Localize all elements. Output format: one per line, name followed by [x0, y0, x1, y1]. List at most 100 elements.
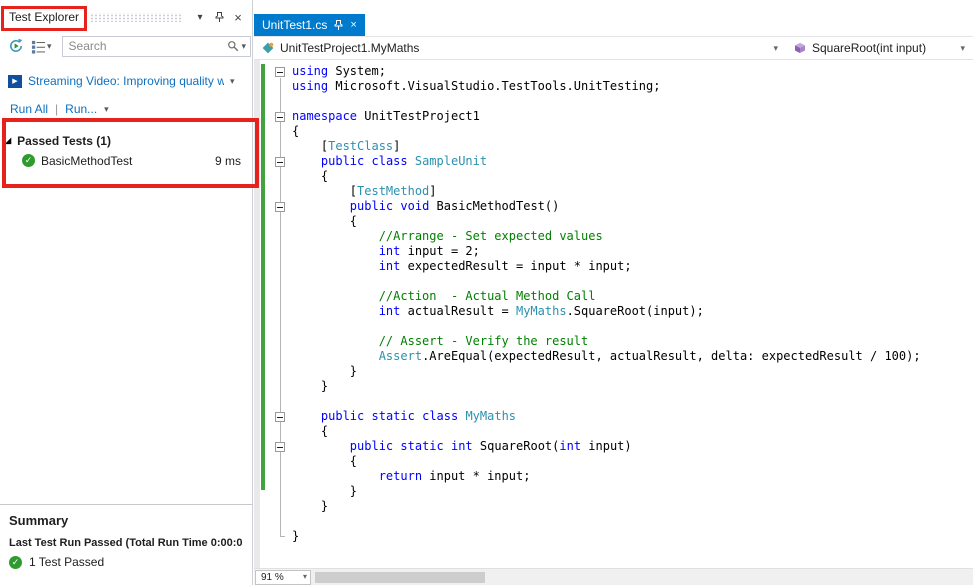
streaming-video-link[interactable]: Streaming Video: Improving quality wit — [28, 74, 224, 88]
fold-margin — [270, 349, 292, 364]
summary-section: Summary Last Test Run Passed (Total Run … — [0, 504, 252, 585]
passed-tests-group-header[interactable]: ◢ Passed Tests (1) — [0, 131, 252, 150]
summary-title: Summary — [9, 513, 69, 528]
tab-unittest1[interactable]: UnitTest1.cs × — [254, 14, 365, 36]
search-icon[interactable] — [227, 40, 239, 52]
run-tests-after-build-button[interactable] — [6, 36, 26, 56]
tab-title: UnitTest1.cs — [262, 18, 328, 32]
tab-pin-icon[interactable] — [334, 19, 343, 31]
code-text: } — [292, 529, 300, 543]
panel-title: Test Explorer — [9, 10, 80, 24]
code-line: int expectedResult = input * input; — [254, 259, 973, 274]
code-text: [TestMethod] — [292, 184, 437, 198]
group-by-icon — [31, 40, 46, 54]
test-passed-icon: ✓ — [22, 154, 35, 167]
search-input[interactable] — [68, 39, 224, 53]
tab-close-icon[interactable]: × — [350, 19, 356, 31]
fold-margin — [270, 319, 292, 334]
code-text: } — [292, 499, 329, 513]
group-header-label: Passed Tests (1) — [17, 133, 111, 148]
code-line: Assert.AreEqual(expectedResult, actualRe… — [254, 349, 973, 364]
fold-margin — [270, 484, 292, 499]
fold-margin — [270, 379, 292, 394]
code-line: int actualResult = MyMaths.SquareRoot(in… — [254, 304, 973, 319]
code-line: } — [254, 364, 973, 379]
close-icon[interactable]: × — [230, 9, 246, 25]
fold-margin — [270, 394, 292, 409]
code-line: //Action - Actual Method Call — [254, 289, 973, 304]
editor-pane: UnitTest1.cs × UnitTestProject1.MyMaths … — [254, 0, 973, 585]
group-by-button[interactable]: ▾ — [29, 36, 54, 56]
code-text: public static int SquareRoot(int input) — [349, 439, 632, 453]
video-play-icon: ▶ — [8, 74, 22, 88]
vs-window: Test Explorer ▾ × ▾ Search ▾ ▶ Streaming… — [0, 0, 973, 585]
summary-last-run: Last Test Run Passed (Total Run Time 0:0… — [9, 537, 243, 549]
code-text: } — [292, 379, 329, 393]
summary-passed-icon: ✓ — [9, 555, 22, 569]
code-line: public class SampleUnit — [254, 154, 973, 169]
code-line: [TestMethod] — [254, 184, 973, 199]
window-position-chevron-icon[interactable]: ▾ — [192, 9, 208, 25]
code-line: { — [254, 454, 973, 469]
code-line: public void BasicMethodTest() — [254, 199, 973, 214]
test-name: BasicMethodTest — [41, 153, 133, 168]
code-text: //Action - Actual Method Call — [378, 289, 596, 303]
zoom-chevron-icon[interactable]: ▾ — [303, 573, 307, 581]
fold-collapse-icon[interactable] — [270, 439, 292, 454]
code-line: { — [254, 124, 973, 139]
run-all-link[interactable]: Run All — [10, 102, 48, 116]
code-text: { — [292, 454, 358, 468]
group-expander-icon[interactable]: ◢ — [5, 136, 11, 145]
code-line: return input * input; — [254, 469, 973, 484]
fold-collapse-icon[interactable] — [270, 64, 292, 79]
fold-margin — [270, 94, 292, 109]
run-tests-after-build-icon — [10, 38, 23, 52]
search-box[interactable]: ▾ — [61, 35, 252, 57]
search-options-chevron-icon[interactable]: ▾ — [242, 41, 247, 51]
test-explorer-titlebar: Test Explorer ▾ × — [0, 5, 252, 29]
code-text: public static class MyMaths — [320, 409, 517, 423]
code-text: Assert.AreEqual(expectedResult, actualRe… — [378, 349, 921, 363]
fold-margin — [270, 139, 292, 154]
code-line: int input = 2; — [254, 244, 973, 259]
code-text: int actualResult = MyMaths.SquareRoot(in… — [378, 304, 704, 318]
code-text: { — [292, 124, 300, 138]
drag-handle-dots[interactable] — [90, 12, 181, 22]
code-line: { — [254, 214, 973, 229]
type-dropdown[interactable]: UnitTestProject1.MyMaths ▾ — [254, 37, 786, 59]
code-line — [254, 394, 973, 409]
horizontal-scrollbar-thumb[interactable] — [315, 571, 485, 583]
code-line: } — [254, 484, 973, 499]
fold-collapse-icon[interactable] — [270, 199, 292, 214]
code-editor[interactable]: using System; using Microsoft.VisualStudi… — [254, 60, 973, 568]
code-text: public void BasicMethodTest() — [349, 199, 560, 213]
code-text: { — [292, 424, 329, 438]
fold-margin — [270, 214, 292, 229]
run-menu-chevron-icon[interactable]: ▾ — [104, 104, 109, 114]
zoom-combo[interactable]: 91 % ▾ — [255, 569, 311, 585]
fold-collapse-icon[interactable] — [270, 109, 292, 124]
member-dropdown-chevron-icon[interactable]: ▾ — [960, 43, 965, 53]
code-text: { — [292, 214, 358, 228]
run-separator: | — [55, 102, 59, 116]
member-dropdown[interactable]: SquareRoot(int input) ▾ — [786, 37, 973, 59]
fold-collapse-icon[interactable] — [270, 409, 292, 424]
fold-margin — [270, 514, 292, 529]
fold-margin — [270, 529, 292, 544]
type-dropdown-chevron-icon[interactable]: ▾ — [773, 43, 778, 53]
fold-margin — [270, 79, 292, 94]
fold-margin — [270, 364, 292, 379]
pin-icon[interactable] — [211, 9, 227, 25]
code-line: using Microsoft.VisualStudio.TestTools.U… — [254, 79, 973, 94]
class-icon — [262, 42, 274, 54]
code-text: using System; — [292, 64, 386, 78]
test-row[interactable]: ✓ BasicMethodTest 9 ms — [0, 150, 252, 171]
video-chevron-icon[interactable]: ▾ — [230, 76, 235, 86]
horizontal-scrollbar[interactable] — [311, 568, 973, 585]
fold-margin — [270, 334, 292, 349]
fold-collapse-icon[interactable] — [270, 154, 292, 169]
code-line — [254, 94, 973, 109]
summary-passed-count: 1 Test Passed — [29, 555, 105, 569]
run-menu-link[interactable]: Run... — [65, 102, 97, 116]
editor-bottom-bar: 91 % ▾ — [254, 568, 973, 585]
